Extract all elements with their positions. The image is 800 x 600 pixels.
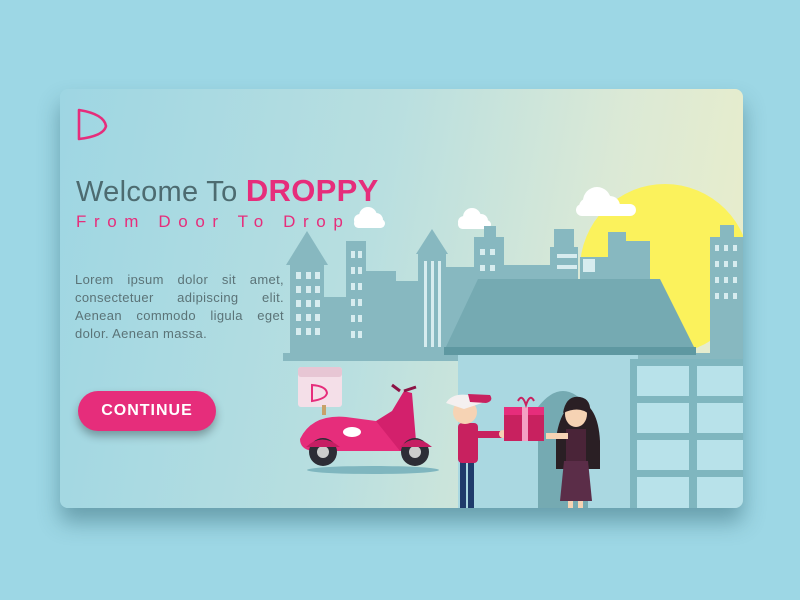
brand-name: DROPPY <box>245 173 379 208</box>
delivery-scooter <box>298 367 439 474</box>
cloud <box>458 208 491 229</box>
welcome-card: Welcome To DROPPY From Door To Drop Lore… <box>60 89 743 508</box>
page-title: Welcome To DROPPY <box>76 173 379 209</box>
title-prefix: Welcome To <box>76 176 238 208</box>
continue-button[interactable]: CONTINUE <box>78 391 216 431</box>
droppy-logo-icon[interactable] <box>74 107 110 143</box>
description-text: Lorem ipsum dolor sit amet, consectetuer… <box>75 272 284 341</box>
cloud <box>354 207 385 228</box>
tagline: From Door To Drop <box>76 212 351 231</box>
